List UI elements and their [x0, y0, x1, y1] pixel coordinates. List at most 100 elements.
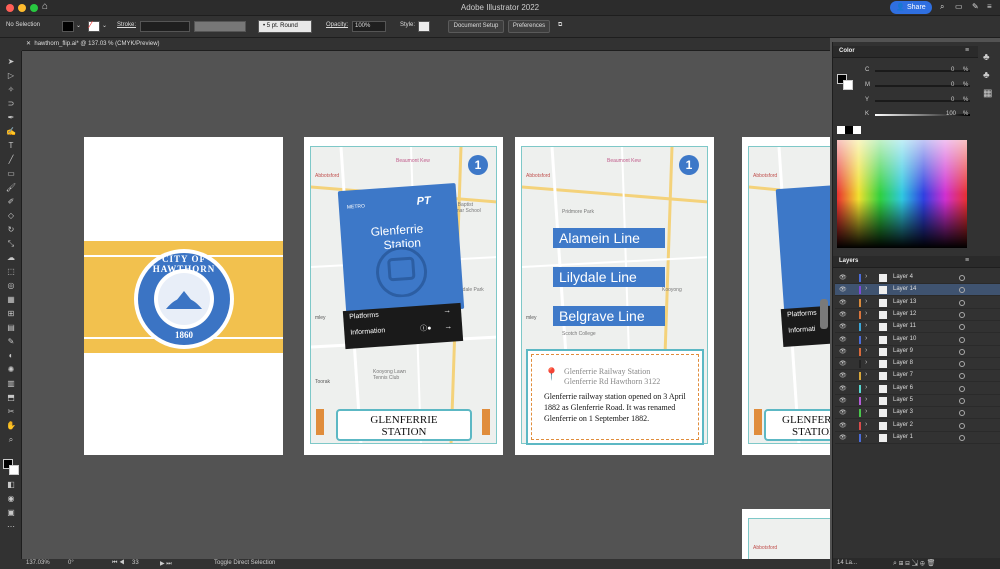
- zoom-tool-icon[interactable]: ⌕: [4, 434, 18, 445]
- layer-name[interactable]: Layer 9: [893, 348, 913, 354]
- share-button[interactable]: 👤 Share: [890, 1, 932, 14]
- target-icon[interactable]: [959, 422, 965, 429]
- target-icon[interactable]: [959, 373, 965, 380]
- color-channel-value[interactable]: 0: [951, 67, 954, 73]
- chevron-right-icon[interactable]: ›: [865, 408, 867, 415]
- quick-swatches[interactable]: [837, 126, 861, 134]
- slice-tool-icon[interactable]: ✂: [4, 406, 18, 417]
- layer-row[interactable]: 👁 › Layer 6: [835, 383, 1000, 395]
- stroke-weight-field[interactable]: [140, 21, 190, 32]
- type-tool-icon[interactable]: T: [4, 140, 18, 151]
- artboard-nav-icon[interactable]: ⏮ ◀: [112, 560, 124, 567]
- target-icon[interactable]: [959, 385, 965, 392]
- symbols-icon[interactable]: ♣: [983, 70, 990, 81]
- more-tools-icon[interactable]: ⋯: [4, 521, 18, 532]
- eye-icon[interactable]: 👁: [839, 274, 847, 281]
- artboard-tool-icon[interactable]: ⬒: [4, 392, 18, 403]
- layer-name[interactable]: Layer 7: [893, 372, 913, 378]
- zoom-level[interactable]: 137.03%: [26, 560, 50, 566]
- rectangle-tool-icon[interactable]: ▭: [4, 168, 18, 179]
- magenta-slider[interactable]: [875, 85, 970, 87]
- vertical-scrollbar[interactable]: [820, 299, 828, 329]
- tab-document[interactable]: ✕ hawthorn_flip.ai* @ 137.03 % (CMYK/Pre…: [26, 40, 160, 47]
- panels-icon[interactable]: ≡: [987, 2, 992, 11]
- eye-icon[interactable]: 👁: [839, 311, 847, 318]
- lasso-tool-icon[interactable]: ⊃: [4, 98, 18, 109]
- yellow-slider[interactable]: [875, 100, 970, 102]
- layer-row[interactable]: 👁 › Layer 3: [835, 407, 1000, 420]
- color-stroke-icon[interactable]: [843, 80, 853, 90]
- chevron-right-icon[interactable]: ›: [865, 298, 867, 305]
- mesh-tool-icon[interactable]: ⊞: [4, 308, 18, 319]
- target-icon[interactable]: [959, 434, 965, 441]
- target-icon[interactable]: [959, 336, 965, 343]
- cyan-slider[interactable]: [875, 70, 970, 72]
- chevron-right-icon[interactable]: ›: [865, 359, 867, 366]
- eye-icon[interactable]: 👁: [839, 385, 847, 392]
- chevron-right-icon[interactable]: ›: [865, 310, 867, 317]
- layer-row[interactable]: 👁 › Layer 14: [835, 284, 1000, 297]
- gradient-tool-icon[interactable]: ▤: [4, 322, 18, 333]
- eye-icon[interactable]: 👁: [839, 434, 847, 441]
- perspective-grid-tool-icon[interactable]: ▦: [4, 294, 18, 305]
- eye-icon[interactable]: 👁: [839, 336, 847, 343]
- layer-row[interactable]: 👁 › Layer 8: [835, 358, 1000, 371]
- layer-name[interactable]: Layer 11: [893, 323, 916, 329]
- drawing-mode-icon[interactable]: ◉: [4, 493, 18, 504]
- layer-row[interactable]: 👁 › Layer 4: [835, 272, 1000, 284]
- document-setup-button[interactable]: Document Setup: [448, 20, 504, 33]
- magic-wand-tool-icon[interactable]: ✧: [4, 84, 18, 95]
- layer-name[interactable]: Layer 12: [893, 311, 916, 317]
- eye-icon[interactable]: 👁: [839, 397, 847, 404]
- artboard-partial[interactable]: Abbotsford: [742, 509, 830, 559]
- artboard-station-info[interactable]: Beaumont Kew Abbotsford Pridmore Park Ha…: [515, 137, 714, 455]
- paintbrush-tool-icon[interactable]: 🖌: [4, 182, 18, 193]
- target-icon[interactable]: [959, 275, 965, 281]
- chevron-right-icon[interactable]: ›: [865, 347, 867, 354]
- pen-icon[interactable]: ✎: [972, 2, 979, 11]
- artboard-number[interactable]: 33: [132, 560, 139, 566]
- graph-tool-icon[interactable]: ▥: [4, 378, 18, 389]
- target-icon[interactable]: [959, 324, 965, 331]
- workspace-icon[interactable]: ▭: [955, 2, 963, 11]
- layer-name[interactable]: Layer 10: [893, 336, 916, 342]
- color-spectrum[interactable]: [837, 140, 967, 248]
- chevron-right-icon[interactable]: ›: [865, 433, 867, 440]
- target-icon[interactable]: [959, 299, 965, 306]
- layer-name[interactable]: Layer 4: [893, 274, 913, 280]
- layer-row[interactable]: 👁 › Layer 12: [835, 309, 1000, 321]
- eye-icon[interactable]: 👁: [839, 409, 847, 416]
- stroke-label[interactable]: Stroke:: [117, 22, 136, 28]
- chevron-right-icon[interactable]: ›: [865, 421, 867, 428]
- layer-row[interactable]: 👁 › Layer 9: [835, 346, 1000, 358]
- stroke-swatch[interactable]: ⁄: [88, 20, 100, 32]
- screen-mode-icon[interactable]: ▣: [4, 507, 18, 518]
- stroke-color-icon[interactable]: [9, 465, 19, 475]
- chevron-right-icon[interactable]: ›: [865, 396, 867, 403]
- brush-definition[interactable]: • 5 pt. Round: [258, 20, 312, 33]
- chevron-right-icon[interactable]: ›: [865, 371, 867, 378]
- panel-menu-icon[interactable]: ≡: [965, 47, 969, 54]
- eye-icon[interactable]: 👁: [839, 422, 847, 429]
- panel-menu-icon[interactable]: ≡: [965, 257, 969, 264]
- color-channel-value[interactable]: 0: [951, 97, 954, 103]
- line-tool-icon[interactable]: ╱: [4, 154, 18, 165]
- color-channel-value[interactable]: 0: [951, 82, 954, 88]
- style-swatch[interactable]: [418, 21, 430, 32]
- chevron-right-icon[interactable]: ›: [865, 273, 867, 280]
- libraries-icon[interactable]: ♣: [983, 52, 990, 63]
- opacity-field[interactable]: 100%: [352, 21, 386, 32]
- color-mode-icon[interactable]: ◧: [4, 479, 18, 490]
- layer-name[interactable]: Layer 1: [893, 434, 913, 440]
- color-channel-value[interactable]: 100: [946, 111, 956, 117]
- properties-icon[interactable]: ▦: [983, 88, 992, 99]
- layer-name[interactable]: Layer 13: [893, 299, 916, 305]
- eye-icon[interactable]: 👁: [839, 360, 847, 367]
- direct-selection-tool-icon[interactable]: ▷: [4, 70, 18, 81]
- layer-row[interactable]: 👁 › Layer 5: [835, 395, 1000, 407]
- eraser-tool-icon[interactable]: ◇: [4, 210, 18, 221]
- layer-name[interactable]: Layer 8: [893, 360, 913, 366]
- close-icon[interactable]: ✕: [26, 41, 31, 47]
- hand-tool-icon[interactable]: ✋: [4, 420, 18, 431]
- chevron-down-icon[interactable]: ⌄: [102, 22, 107, 29]
